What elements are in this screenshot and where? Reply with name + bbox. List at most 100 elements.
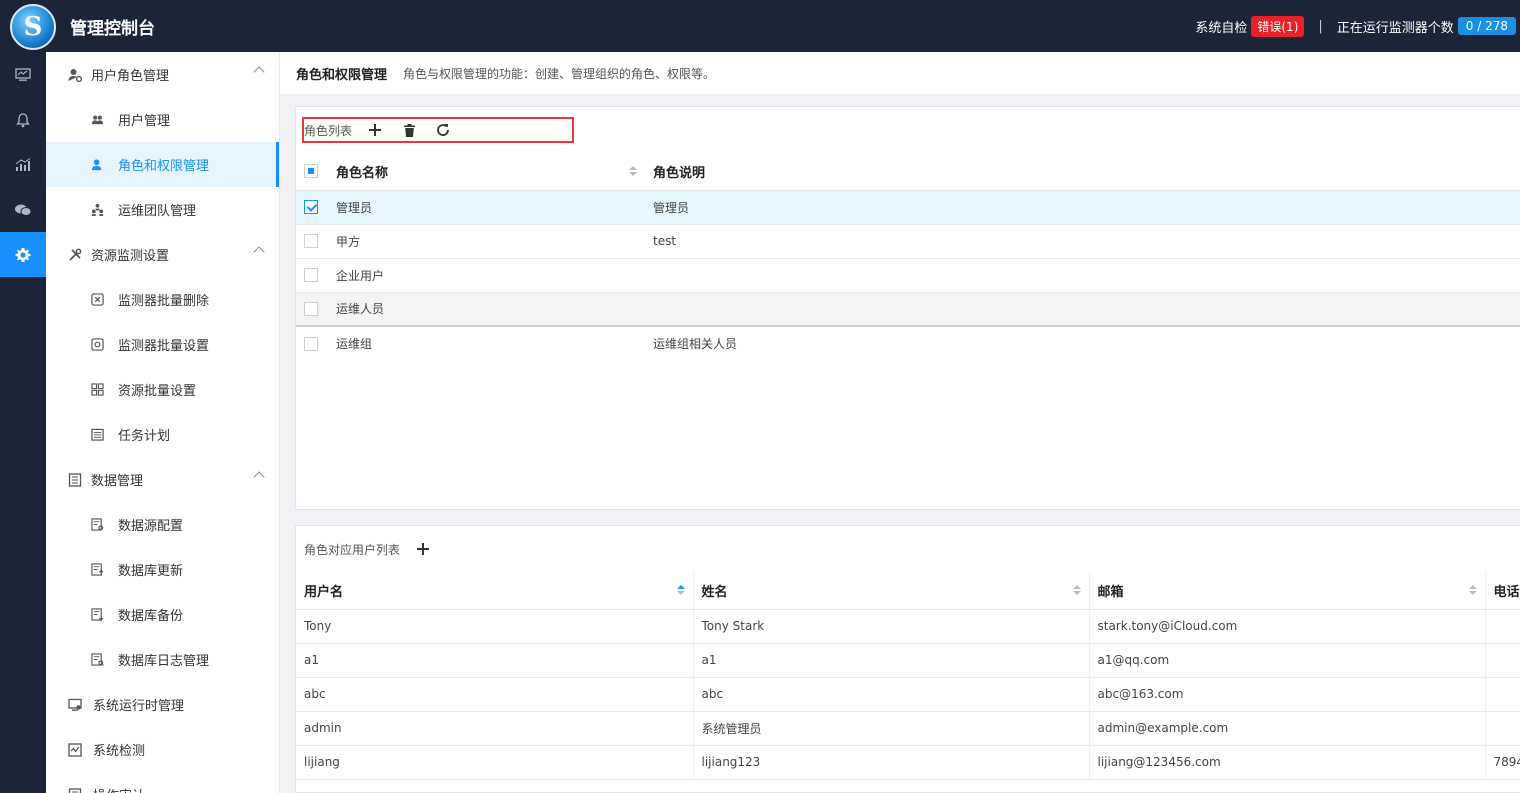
sidebar-item-label: 任务计划 — [118, 429, 171, 444]
row-checkbox-cell — [296, 258, 328, 293]
sidebar-item-label: 数据库更新 — [118, 564, 184, 579]
user-phone — [1485, 643, 1520, 678]
bell-icon[interactable] — [0, 97, 46, 142]
sidebar-item-database-log[interactable]: 数据库日志管理 — [46, 637, 279, 682]
running-monitors-badge[interactable]: 0 / 278 — [1457, 17, 1516, 35]
sidebar: 用户角色管理 用户管理 角色和权限管理 运维团队管理 资源监测设置 监测器批量删… — [46, 52, 280, 793]
running-monitors-label: 正在运行监测器个数 — [1336, 20, 1454, 36]
row-checkbox-cell — [296, 224, 328, 259]
col-name[interactable]: 姓名 — [693, 572, 1090, 610]
select-all-cell — [296, 153, 328, 191]
sidebar-item-label: 数据源配置 — [118, 519, 184, 534]
db-backup-icon — [91, 608, 104, 621]
user-email: admin@example.com — [1089, 711, 1486, 746]
sidebar-item-label: 监测器批量删除 — [118, 294, 210, 309]
chevron-up-icon[interactable] — [253, 246, 265, 258]
user-email: stark.tony@iCloud.com — [1089, 609, 1486, 644]
chevron-up-icon[interactable] — [253, 66, 265, 78]
toolbar-highlight-box — [302, 117, 574, 143]
sidebar-item-user-management[interactable]: 用户管理 — [46, 97, 279, 142]
sidebar-item-datasource-config[interactable]: 数据源配置 — [46, 502, 279, 547]
role-name: 运维人员 — [328, 292, 645, 327]
sort-icon[interactable] — [1468, 585, 1477, 597]
grid-icon — [91, 383, 104, 396]
main-content: 角色和权限管理 角色与权限管理的功能：创建、管理组织的角色、权限等。 角色列表 … — [280, 52, 1520, 793]
sidebar-item-monitor-batch-delete[interactable]: 监测器批量删除 — [46, 277, 279, 322]
sidebar-item-label: 运维团队管理 — [118, 204, 197, 219]
row-checkbox[interactable] — [304, 234, 318, 249]
self-check-label: 系统自检 — [1195, 20, 1248, 36]
row-checkbox[interactable] — [304, 200, 318, 215]
role-users-label: 角色对应用户列表 — [304, 542, 401, 557]
audit-icon — [68, 787, 82, 793]
role-table-header: 角色名称 角色说明 — [296, 153, 1520, 191]
app-logo[interactable]: S — [10, 4, 56, 50]
role-users-panel: 角色对应用户列表 用户名 姓名 邮箱 电话 Tony Tony Stark st… — [295, 525, 1520, 793]
role-name: 运维组 — [336, 337, 373, 351]
role-list-panel: 角色列表 角色名称 角色说明 管理员 管理员 甲方 test 企业用户 运维人员… — [295, 106, 1520, 510]
col-role-name[interactable]: 角色名称 — [328, 153, 645, 191]
sidebar-item-database-update[interactable]: 数据库更新 — [46, 547, 279, 592]
row-checkbox[interactable] — [304, 302, 318, 316]
gear-icon[interactable] — [0, 232, 46, 277]
role-name: 管理员 — [328, 190, 645, 225]
select-all-checkbox[interactable] — [304, 164, 318, 179]
delete-box-icon — [91, 293, 104, 306]
table-row[interactable]: 管理员 管理员 — [296, 190, 1520, 225]
chevron-up-icon[interactable] — [253, 471, 265, 483]
row-checkbox[interactable] — [304, 336, 318, 351]
menu-group-data-management[interactable]: 数据管理 — [46, 457, 279, 502]
table-row[interactable]: abc abc abc@163.com — [296, 677, 1520, 712]
row-checkbox-cell — [296, 292, 328, 327]
sidebar-item-label: 用户管理 — [118, 114, 171, 129]
col-email[interactable]: 邮箱 — [1089, 572, 1486, 610]
user-name: Tony Stark — [693, 609, 1090, 644]
role-name: 甲方 — [328, 224, 645, 259]
sidebar-item-label: 角色和权限管理 — [118, 159, 210, 174]
monitor-icon[interactable] — [0, 52, 46, 97]
sidebar-item-operation-audit[interactable]: 操作审计 — [46, 772, 279, 793]
sort-icon[interactable] — [629, 166, 637, 178]
chart-icon[interactable] — [0, 142, 46, 187]
user-name: abc — [693, 677, 1090, 712]
tools-icon — [69, 248, 82, 261]
table-row[interactable]: 运维组 运维组相关人员 — [296, 326, 1520, 360]
add-user-to-role-button[interactable] — [412, 538, 434, 560]
sidebar-item-task-plan[interactable]: 任务计划 — [46, 412, 279, 457]
sort-icon[interactable] — [1072, 585, 1081, 597]
table-row[interactable]: Tony Tony Stark stark.tony@iCloud.com — [296, 609, 1520, 644]
col-phone[interactable]: 电话 — [1485, 572, 1520, 610]
menu-group-label: 用户角色管理 — [91, 69, 170, 84]
sidebar-item-runtime-management[interactable]: 系统运行时管理 — [46, 682, 279, 727]
self-check-error-badge[interactable]: 错误(1) — [1251, 15, 1305, 37]
sidebar-item-database-backup[interactable]: 数据库备份 — [46, 592, 279, 637]
user-phone: 7894 — [1485, 745, 1520, 780]
users-table-header: 用户名 姓名 邮箱 电话 — [296, 572, 1520, 610]
sidebar-item-ops-team[interactable]: 运维团队管理 — [46, 187, 279, 232]
runtime-icon — [68, 698, 82, 711]
sidebar-item-monitor-batch-settings[interactable]: 监测器批量设置 — [46, 322, 279, 367]
sidebar-item-system-check[interactable]: 系统检测 — [46, 727, 279, 772]
sidebar-item-label: 数据库日志管理 — [118, 654, 210, 669]
menu-group-resource-monitor[interactable]: 资源监测设置 — [46, 232, 279, 277]
col-role-desc[interactable]: 角色说明 — [645, 153, 1520, 191]
db-config-icon — [91, 518, 104, 531]
row-checkbox-cell — [296, 190, 328, 225]
table-row[interactable]: admin 系统管理员 admin@example.com — [296, 711, 1520, 746]
table-row[interactable]: 企业用户 — [296, 258, 1520, 293]
sidebar-item-role-permission[interactable]: 角色和权限管理 — [46, 142, 279, 187]
user-icon — [91, 159, 102, 171]
chat-icon[interactable] — [0, 187, 46, 232]
col-username[interactable]: 用户名 — [296, 572, 694, 610]
table-row[interactable]: 运维人员 — [296, 292, 1520, 327]
user-username: lijiang — [296, 745, 694, 780]
sort-icon[interactable] — [676, 585, 685, 597]
db-log-icon — [91, 653, 104, 666]
table-row[interactable]: 甲方 test — [296, 224, 1520, 259]
table-row[interactable]: a1 a1 a1@qq.com — [296, 643, 1520, 678]
sidebar-item-resource-batch-settings[interactable]: 资源批量设置 — [46, 367, 279, 412]
row-checkbox[interactable] — [304, 268, 318, 283]
menu-group-user-role[interactable]: 用户角色管理 — [46, 52, 279, 97]
table-row[interactable]: lijiang lijiang123 lijiang@123456.com 78… — [296, 745, 1520, 780]
sidebar-item-label: 系统运行时管理 — [93, 699, 185, 714]
